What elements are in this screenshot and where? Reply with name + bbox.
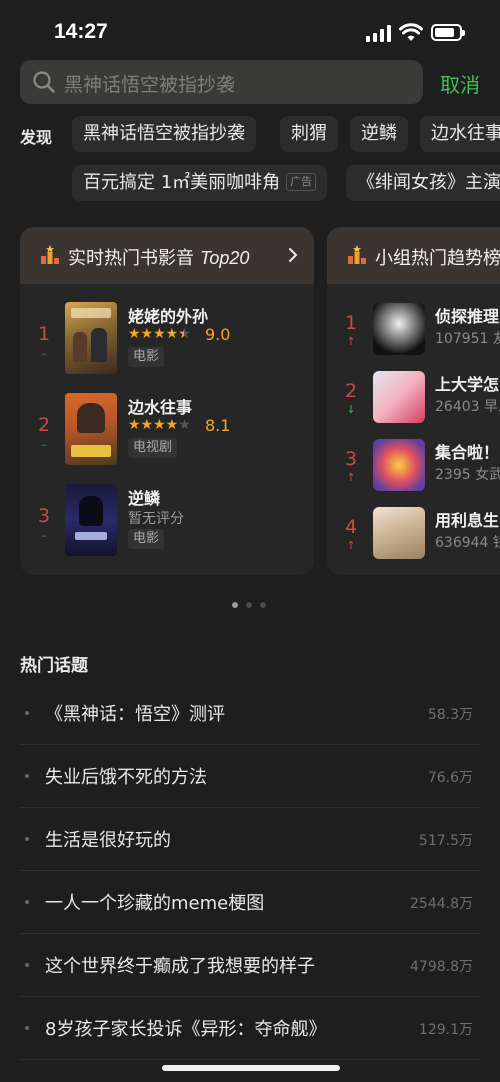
topic-title: 《黑神话：悟空》测评 [45, 704, 225, 725]
topic-count: 2544.8万 [410, 896, 473, 912]
bullet-icon [25, 774, 29, 778]
carousel-page-indicator[interactable] [232, 602, 272, 610]
topic-title: 8岁孩子家长投诉《异形：夺命舰》 [45, 1019, 327, 1040]
card-header[interactable]: 小组热门趋势榜 [327, 227, 500, 284]
rank-number: 3 [344, 448, 358, 470]
status-bar: 14:27 [0, 0, 500, 58]
status-time: 14:27 [54, 20, 108, 43]
topic-count: 517.5万 [418, 833, 473, 849]
cellular-signal-icon [366, 25, 392, 42]
group-avatar[interactable] [373, 371, 425, 423]
topic-count: 58.3万 [427, 707, 473, 723]
ad-text: 百元搞定 1㎡美丽咖啡角 [83, 172, 281, 193]
poster-image[interactable] [65, 484, 117, 556]
rank-trend-up-icon: ↑ [346, 539, 356, 552]
type-tag: 电影 [128, 529, 165, 549]
rank-trend: – [41, 529, 47, 542]
bullet-icon [25, 963, 29, 967]
item-title[interactable]: 姥姥的外孙 [128, 303, 208, 327]
wifi-icon [399, 23, 423, 41]
search-input[interactable]: 黑神话悟空被指抄袭 [20, 60, 423, 104]
topic-title: 生活是很好玩的 [45, 830, 171, 851]
rank-trend: – [41, 438, 47, 451]
rank-number: 3 [37, 505, 51, 527]
topic-count: 4798.8万 [410, 959, 473, 975]
topic-title: 一人一个珍藏的meme梗图 [45, 893, 265, 914]
topic-row[interactable]: 这个世界终于癫成了我想要的样子 4798.8万 [20, 934, 480, 997]
cancel-button[interactable]: 取消 [440, 69, 480, 98]
discover-chip[interactable]: 边水往事 [420, 116, 500, 152]
ranking-icon [348, 245, 366, 264]
group-member-count: 2395 女武 [435, 467, 500, 483]
group-title[interactable]: 上大学怎 [435, 371, 499, 395]
search-icon [33, 71, 55, 93]
section-title: 热门话题 [20, 656, 88, 676]
topic-row[interactable]: 一人一个珍藏的meme梗图 2544.8万 [20, 871, 480, 934]
rating-score: 8.1 [205, 416, 231, 435]
discover-label: 发现 [20, 128, 53, 147]
hot-media-card[interactable]: 实时热门书影音Top20 1 – 姥姥的外孙 ★★★★★★ 9.0 电影 2 –… [20, 227, 314, 575]
rank-number: 2 [37, 414, 51, 436]
home-indicator[interactable] [162, 1065, 340, 1071]
bullet-icon [25, 900, 29, 904]
item-title[interactable]: 边水往事 [128, 394, 192, 418]
ranking-icon [41, 245, 59, 264]
topic-count: 129.1万 [418, 1022, 473, 1038]
no-rating-text: 暂无评分 [128, 511, 184, 527]
topic-row[interactable]: 8岁孩子家长投诉《异形：夺命舰》 129.1万 [20, 997, 480, 1060]
group-title[interactable]: 集合啦！ [435, 439, 499, 463]
group-avatar[interactable] [373, 439, 425, 491]
topic-row[interactable]: 《黑神话：悟空》测评 58.3万 [20, 682, 480, 745]
group-member-count: 26403 早八 [435, 399, 500, 415]
group-title[interactable]: 用利息生 [435, 507, 499, 531]
chevron-right-icon [289, 248, 298, 262]
topic-title: 失业后饿不死的方法 [45, 767, 207, 788]
bullet-icon [25, 711, 29, 715]
card-title: 小组热门趋势榜 [375, 248, 500, 269]
rank-number: 1 [37, 323, 51, 345]
poster-image[interactable] [65, 302, 117, 374]
discover-ad-chip[interactable]: 百元搞定 1㎡美丽咖啡角 广告 [72, 165, 328, 201]
type-tag: 电视剧 [128, 438, 178, 458]
rating-stars: ★★★★★ [128, 417, 191, 433]
rank-trend-up-icon: ↑ [346, 471, 356, 484]
type-tag: 电影 [128, 347, 165, 367]
card-title: 实时热门书影音 Top20 [68, 248, 250, 269]
topic-title: 这个世界终于癫成了我想要的样子 [45, 956, 315, 977]
rank-number: 1 [344, 312, 358, 334]
group-title[interactable]: 侦探推理 [435, 303, 499, 327]
discover-chip[interactable]: 刺猬 [280, 116, 338, 152]
topic-count: 76.6万 [427, 770, 473, 786]
rank-trend-up-icon: ↑ [346, 335, 356, 348]
bullet-icon [25, 1026, 29, 1030]
search-query-text: 黑神话悟空被指抄袭 [64, 74, 236, 96]
rank-number: 4 [344, 516, 358, 538]
rank-trend: – [41, 347, 47, 360]
bullet-icon [25, 837, 29, 841]
discover-chip[interactable]: 黑神话悟空被指抄袭 [72, 116, 256, 152]
rating-score: 9.0 [205, 325, 231, 344]
discover-chip[interactable]: 逆鳞 [350, 116, 408, 152]
rating-stars: ★★★★★★ [128, 326, 191, 342]
card-header[interactable]: 实时热门书影音 Top20 [20, 227, 314, 284]
rank-number: 2 [344, 380, 358, 402]
group-avatar[interactable] [373, 507, 425, 559]
discover-chip[interactable]: 《绯闻女孩》主演 [346, 165, 500, 201]
topic-row[interactable]: 失业后饿不死的方法 76.6万 [20, 745, 480, 808]
battery-icon [431, 24, 465, 41]
group-member-count: 107951 友 [435, 331, 500, 347]
poster-image[interactable] [65, 393, 117, 465]
rank-trend-down-icon: ↓ [346, 403, 356, 416]
card-title-em: Top20 [200, 248, 250, 268]
group-member-count: 636944 钱 [435, 535, 500, 551]
item-title[interactable]: 逆鳞 [128, 485, 160, 509]
group-avatar[interactable] [373, 303, 425, 355]
topic-row[interactable]: 生活是很好玩的 517.5万 [20, 808, 480, 871]
ad-badge: 广告 [286, 173, 317, 191]
group-trend-card[interactable]: 小组热门趋势榜 1 ↑ 侦探推理 107951 友 2 ↓ 上大学怎 26403… [327, 227, 500, 575]
